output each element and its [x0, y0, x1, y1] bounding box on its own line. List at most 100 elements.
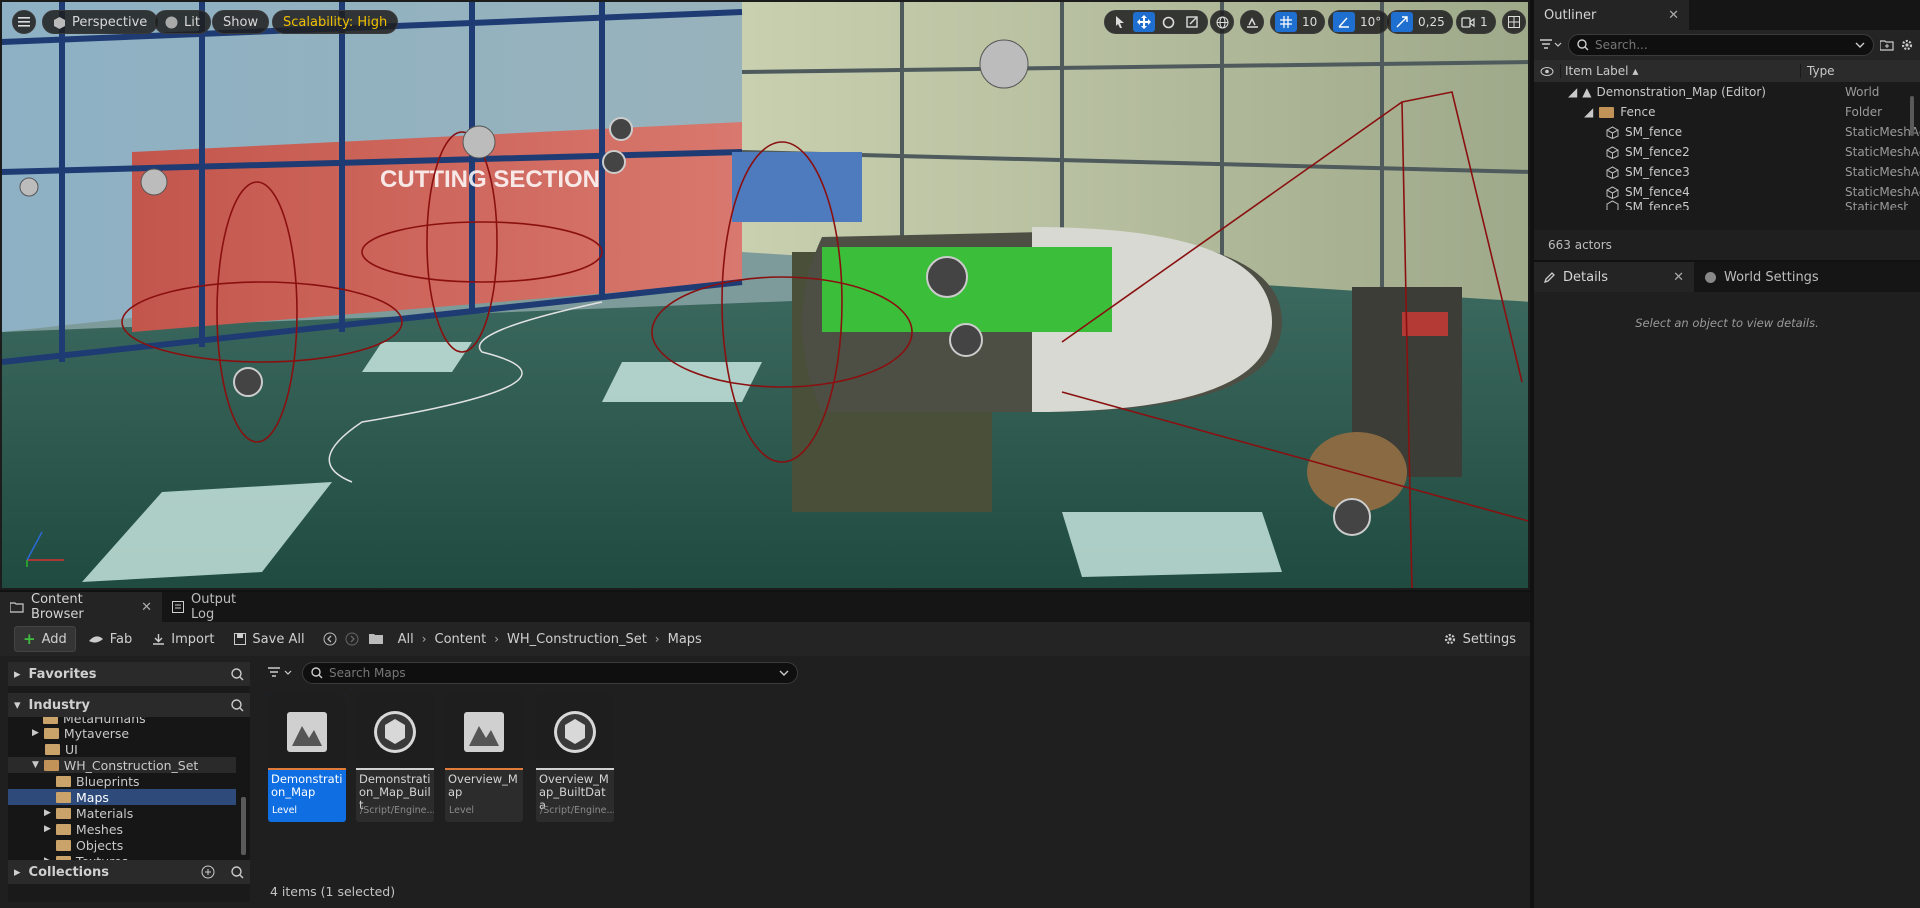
tree-folder[interactable]: ▶ Materials [44, 805, 133, 821]
grid-snap-toggle[interactable] [1275, 12, 1297, 32]
add-circle-icon[interactable] [201, 865, 215, 879]
static-mesh-icon [1606, 165, 1619, 179]
chevron-right-icon[interactable]: › [494, 632, 499, 646]
perspective-button[interactable]: Perspective [42, 10, 159, 34]
tree-row[interactable]: ◢ ▲ Demonstration_Map (Editor) World [1568, 82, 1908, 102]
chevron-right-icon: ▸ [14, 864, 21, 880]
tree-scrollbar[interactable] [241, 797, 246, 855]
tab-output-log[interactable]: Output Log [162, 592, 272, 622]
breadcrumb-item[interactable]: WH_Construction_Set [507, 632, 647, 647]
column-type[interactable]: Type [1800, 64, 1835, 78]
import-button[interactable]: Import [144, 626, 222, 652]
industry-header[interactable]: ▾ Industry [8, 693, 250, 717]
eye-icon[interactable] [1534, 66, 1560, 76]
tree-folder[interactable]: ▼ WH_Construction_Set [8, 757, 236, 773]
chevron-right-icon[interactable]: › [422, 632, 427, 646]
row-type: Folder [1845, 105, 1883, 119]
translate-tool[interactable] [1133, 12, 1155, 32]
folder-icon[interactable] [368, 633, 384, 645]
asset-thumbnail [356, 694, 434, 770]
folder-tree: MetaHumans ▶ Mytaverse UI ▼ WH_Constructio… [8, 717, 250, 865]
tab-outliner[interactable]: Outliner ✕ [1534, 0, 1689, 30]
filter-icon[interactable] [1540, 39, 1562, 51]
viewport-layout-button[interactable] [1503, 12, 1525, 32]
surface-snap [1240, 10, 1264, 34]
asset-search-input[interactable]: Search Maps [302, 662, 798, 684]
fab-button[interactable]: Fab [80, 626, 141, 652]
row-label: SM_fence3 [1625, 165, 1690, 179]
tree-row[interactable]: ◢ Fence Folder [1584, 102, 1908, 122]
tree-folder[interactable]: ▶ Meshes [44, 821, 123, 837]
asset-tile[interactable]: Demonstration_Map_Built /Script/Engine..… [356, 694, 434, 822]
rotate-tool[interactable] [1157, 12, 1179, 32]
level-viewport[interactable]: CUTTING SECTION Perspective Lit Show Sca… [0, 0, 1530, 590]
tree-row[interactable]: SM_fence3 StaticMeshActo [1606, 162, 1920, 182]
filter-icon[interactable] [268, 667, 294, 679]
scale-arrow-icon [1396, 16, 1408, 28]
tree-folder-selected[interactable]: Maps [8, 789, 236, 805]
back-icon[interactable] [323, 632, 337, 646]
tab-content-browser[interactable]: Content Browser ✕ [0, 592, 162, 622]
row-type: StaticMeshActo [1845, 185, 1920, 199]
tree-row[interactable]: SM_fence5 StaticMeshActo [1606, 200, 1908, 210]
tab-details[interactable]: Details ✕ [1534, 262, 1694, 292]
chevron-right-icon: ▶ [44, 808, 51, 818]
add-folder-icon[interactable] [1880, 39, 1894, 51]
angle-icon [1338, 16, 1350, 28]
forward-icon[interactable] [345, 632, 359, 646]
outliner-search-input[interactable]: Search... [1568, 34, 1874, 56]
tab-world-settings[interactable]: World Settings [1694, 262, 1844, 292]
scale-snap-value[interactable]: 0,25 [1415, 15, 1448, 29]
add-button[interactable]: + Add [14, 626, 76, 652]
show-button[interactable]: Show [212, 10, 270, 34]
lit-button[interactable]: Lit [154, 10, 211, 34]
details-tab-label: Details [1563, 269, 1609, 285]
collections-header[interactable]: ▸ Collections [8, 860, 250, 884]
tree-folder[interactable]: UI [45, 741, 78, 757]
breadcrumb-item[interactable]: Maps [668, 632, 702, 647]
close-icon[interactable]: ✕ [1673, 270, 1684, 285]
globe-icon [1704, 271, 1717, 284]
search-icon[interactable] [231, 865, 244, 879]
search-icon[interactable] [231, 667, 244, 681]
select-tool[interactable] [1109, 12, 1131, 32]
expand-arrow-icon[interactable]: ◢ [1568, 85, 1577, 99]
search-icon[interactable] [231, 698, 244, 712]
expand-arrow-icon[interactable]: ◢ [1584, 105, 1593, 119]
close-icon[interactable]: ✕ [141, 600, 152, 615]
settings-button[interactable]: Settings [1435, 626, 1524, 652]
rotation-snap-toggle[interactable] [1333, 12, 1355, 32]
asset-tile[interactable]: Overview_Map_BuiltData /Script/Engine... [536, 694, 614, 822]
viewport-scene: CUTTING SECTION [2, 2, 1528, 588]
save-all-button[interactable]: Save All [226, 626, 312, 652]
tree-folder[interactable]: ▶ Mytaverse [32, 725, 129, 741]
asset-tile[interactable]: Overview_Map Level [445, 694, 523, 822]
surface-snapping-toggle[interactable] [1241, 12, 1263, 32]
tree-row[interactable]: SM_fence StaticMeshActo [1606, 122, 1920, 142]
viewport-menu-button[interactable] [12, 10, 36, 34]
tree-row[interactable]: SM_fence2 StaticMeshActo [1606, 142, 1920, 162]
camera-speed-group[interactable]: 1 [1456, 10, 1496, 34]
rotation-snap-value[interactable]: 10° [1357, 15, 1384, 29]
asset-tile[interactable]: Demonstration_Map Level [268, 694, 346, 822]
folder-icon [43, 717, 58, 724]
row-label: Fence [1620, 105, 1656, 119]
close-icon[interactable]: ✕ [1668, 8, 1679, 23]
tree-folder[interactable]: Objects [56, 837, 123, 853]
tree-folder[interactable]: Blueprints [56, 773, 140, 789]
outliner-scrollbar[interactable] [1910, 96, 1914, 136]
scale-snap-toggle[interactable] [1391, 12, 1413, 32]
favorites-header[interactable]: ▸ Favorites [8, 662, 250, 686]
grid-snap-value[interactable]: 10 [1299, 15, 1320, 29]
column-item-label[interactable]: Item Label ▴ [1560, 64, 1800, 78]
scale-tool[interactable] [1181, 12, 1203, 32]
gear-icon[interactable] [1900, 38, 1914, 52]
chevron-right-icon[interactable]: › [655, 632, 660, 646]
folder-icon [56, 775, 71, 787]
scalability-button[interactable]: Scalability: High [272, 10, 399, 34]
breadcrumb-item[interactable]: All [398, 632, 414, 647]
outliner-tab-label: Outliner [1544, 7, 1597, 23]
breadcrumb-item[interactable]: Content [435, 632, 487, 647]
world-space-toggle[interactable] [1211, 12, 1233, 32]
tree-row[interactable]: SM_fence4 StaticMeshActo [1606, 182, 1920, 202]
